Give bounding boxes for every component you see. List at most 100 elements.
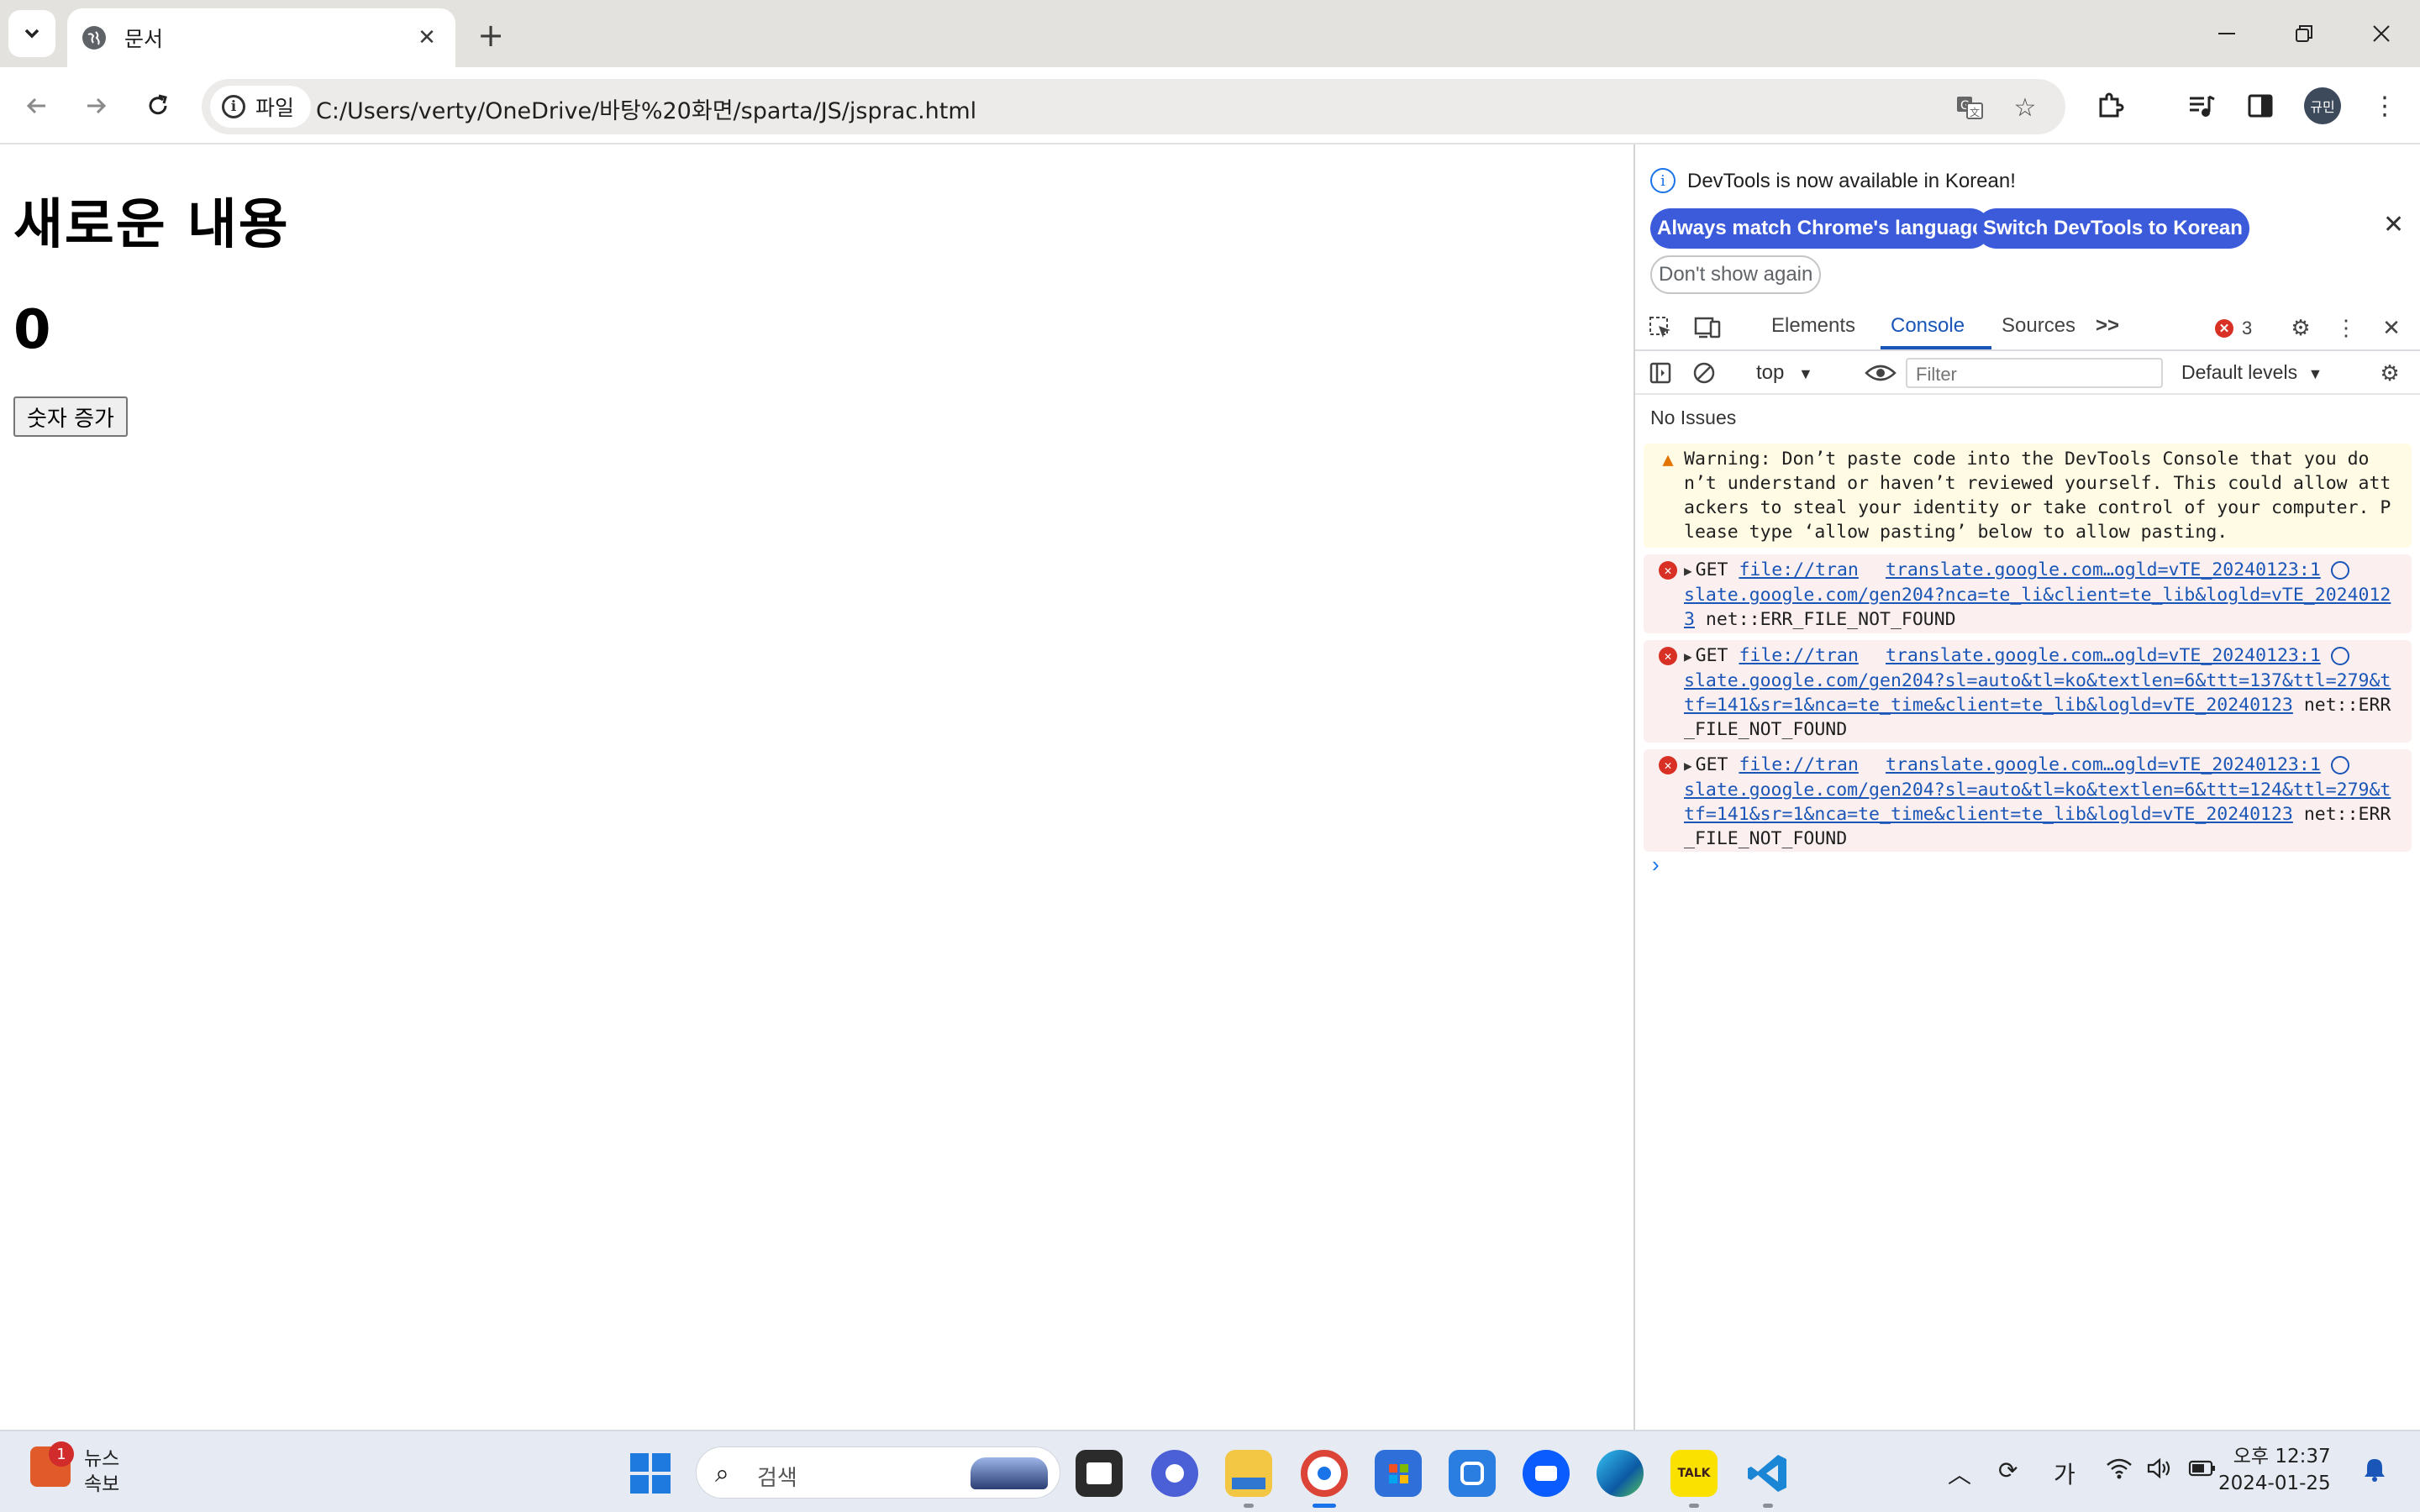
zoom-app-icon[interactable]	[1523, 1450, 1570, 1497]
tab-console[interactable]: Console	[1891, 314, 1965, 338]
address-bar[interactable]: i 파일 C:/Users/verty/OneDrive/바탕%20화면/spa…	[202, 79, 2065, 134]
close-devtools-icon[interactable]: ✕	[2376, 312, 2407, 343]
context-selector[interactable]: top ▼	[1756, 361, 1813, 385]
chrome-menu-icon[interactable]: ⋮	[2366, 87, 2403, 124]
microsoft-store-icon[interactable]	[1375, 1450, 1422, 1497]
error-method: GET	[1695, 645, 1728, 666]
error-source-link[interactable]: translate.google.com…ogld=vTE_20240123:1	[1886, 645, 2321, 666]
forward-button[interactable]	[76, 86, 116, 126]
device-toolbar-icon[interactable]	[1692, 312, 1723, 343]
switch-to-korean-button[interactable]: Switch DevTools to Korean	[1976, 208, 2249, 249]
close-window-button[interactable]	[2356, 12, 2407, 55]
bookmark-star-icon[interactable]: ☆	[2010, 92, 2040, 123]
svg-text:文: 文	[1970, 106, 1980, 118]
edge-browser-icon[interactable]	[1597, 1450, 1644, 1497]
console-toolbar: top ▼ Default levels ▼ ⚙	[1635, 351, 2420, 395]
news-badge: 1	[49, 1441, 74, 1467]
console-settings-gear-icon[interactable]: ⚙	[2375, 358, 2405, 388]
translate-icon[interactable]: G文	[1954, 92, 1985, 123]
error-url-link[interactable]: file://tran	[1739, 754, 1858, 775]
app-launcher-icon[interactable]	[1449, 1450, 1496, 1497]
error-url-link[interactable]: file://tran	[1739, 645, 1858, 666]
kakaotalk-icon[interactable]: TALK	[1670, 1450, 1718, 1497]
back-button[interactable]	[17, 86, 57, 126]
settings-gear-icon[interactable]: ⚙	[2286, 312, 2316, 343]
network-globe-icon[interactable]	[2330, 756, 2349, 774]
sidebar-toggle-icon[interactable]	[1645, 358, 1676, 388]
arrow-left-icon	[26, 97, 45, 114]
vscode-icon[interactable]	[1744, 1450, 1791, 1497]
issues-status[interactable]: No Issues	[1650, 407, 1736, 429]
increment-button[interactable]: 숫자 증가	[13, 396, 128, 437]
tab-search-button[interactable]	[8, 10, 55, 57]
search-placeholder: 검색	[757, 1466, 797, 1491]
expand-triangle-icon[interactable]: ▶	[1684, 648, 1692, 664]
side-panel-icon[interactable]	[2242, 87, 2279, 124]
console-prompt-chevron-icon[interactable]: ›	[1652, 852, 1660, 878]
task-view-icon[interactable]	[1076, 1450, 1123, 1497]
info-icon: i	[1650, 168, 1676, 193]
restore-button[interactable]	[2279, 12, 2329, 55]
close-tab-icon[interactable]: ✕	[413, 24, 440, 51]
wifi-icon[interactable]	[2106, 1457, 2133, 1486]
kebab-menu-icon[interactable]: ⋮	[2331, 312, 2361, 343]
url-text[interactable]: C:/Users/verty/OneDrive/바탕%20화면/sparta/J…	[316, 92, 976, 125]
new-tab-button[interactable]: +	[472, 17, 509, 54]
tab-sources[interactable]: Sources	[2002, 314, 2075, 338]
error-icon: ✕	[1659, 561, 1677, 580]
media-controls-icon[interactable]	[2183, 87, 2220, 124]
log-levels-dropdown[interactable]: Default levels ▼	[2181, 361, 2323, 384]
more-tabs-icon[interactable]: >>	[2096, 314, 2119, 338]
clear-console-icon[interactable]	[1689, 358, 1719, 388]
running-indicator	[1763, 1504, 1773, 1508]
chevron-down-icon	[24, 29, 39, 39]
network-globe-icon[interactable]	[2330, 561, 2349, 580]
file-explorer-icon[interactable]	[1225, 1450, 1272, 1497]
error-url-continuation[interactable]: slate.google.com/gen204?sl=auto&tl=ko&te…	[1684, 670, 2391, 716]
windows-start-icon[interactable]	[630, 1453, 671, 1494]
inspect-element-icon[interactable]	[1645, 312, 1676, 343]
reload-button[interactable]	[138, 86, 178, 126]
tab-strip: 문서 ✕ +	[0, 0, 2420, 67]
minimize-button[interactable]	[2202, 12, 2252, 55]
tab-elements[interactable]: Elements	[1771, 314, 1855, 338]
expand-triangle-icon[interactable]: ▶	[1684, 758, 1692, 774]
match-language-button[interactable]: Always match Chrome's language	[1650, 208, 1991, 249]
expand-triangle-icon[interactable]: ▶	[1684, 563, 1692, 579]
chrome-app-icon[interactable]	[1301, 1450, 1348, 1497]
news-line-1: 뉴스	[84, 1448, 120, 1470]
chat-app-icon[interactable]	[1151, 1450, 1198, 1497]
dont-show-again-button[interactable]: Don't show again	[1650, 255, 1822, 294]
error-source-link[interactable]: translate.google.com…ogld=vTE_20240123:1	[1886, 559, 2321, 580]
close-icon[interactable]: ✕	[2383, 210, 2404, 239]
error-count-badge[interactable]: ✕ 3	[2215, 318, 2252, 339]
error-source-link[interactable]: translate.google.com…ogld=vTE_20240123:1	[1886, 754, 2321, 775]
taskbar-search-box[interactable]: ⌕ 검색	[696, 1446, 1060, 1499]
console-error-message: ✕ ▶ GET file://tran translate.google.com……	[1644, 640, 2412, 743]
eye-icon[interactable]	[1862, 358, 1899, 388]
ime-indicator[interactable]: 가	[2054, 1457, 2075, 1490]
page-heading: 새로운 내용	[13, 194, 290, 256]
active-app-indicator	[1313, 1504, 1336, 1508]
error-url-link[interactable]: file://tran	[1739, 559, 1858, 580]
battery-icon[interactable]	[2188, 1457, 2217, 1484]
show-hidden-icons-chevron-icon[interactable]: ︿	[1948, 1457, 1971, 1490]
error-status: net::ERR_FILE_NOT_FOUND	[1705, 609, 1956, 630]
error-body: ▶ GET file://tran translate.google.com…og…	[1684, 643, 2400, 742]
profile-avatar[interactable]: 규민	[2304, 87, 2341, 124]
volume-icon[interactable]	[2146, 1457, 2173, 1486]
search-highlight-image	[971, 1457, 1048, 1489]
extensions-icon[interactable]	[2092, 87, 2129, 124]
globe-icon	[82, 26, 106, 50]
devtools-panel: i DevTools is now available in Korean! A…	[1634, 144, 2420, 1430]
sync-icon[interactable]: ⟳	[1998, 1457, 2018, 1484]
network-globe-icon[interactable]	[2330, 647, 2349, 665]
context-label: top	[1756, 361, 1785, 384]
console-filter-input[interactable]	[1906, 358, 2163, 388]
notification-bell-icon[interactable]	[2363, 1457, 2386, 1488]
taskbar-clock[interactable]: 오후 12:37 2024-01-25	[2218, 1443, 2331, 1497]
browser-tab[interactable]: 문서 ✕	[67, 8, 455, 67]
error-url-continuation[interactable]: slate.google.com/gen204?sl=auto&tl=ko&te…	[1684, 780, 2391, 825]
news-widget-label[interactable]: 뉴스 속보	[84, 1446, 119, 1497]
site-info-chip[interactable]: i 파일	[210, 86, 311, 128]
